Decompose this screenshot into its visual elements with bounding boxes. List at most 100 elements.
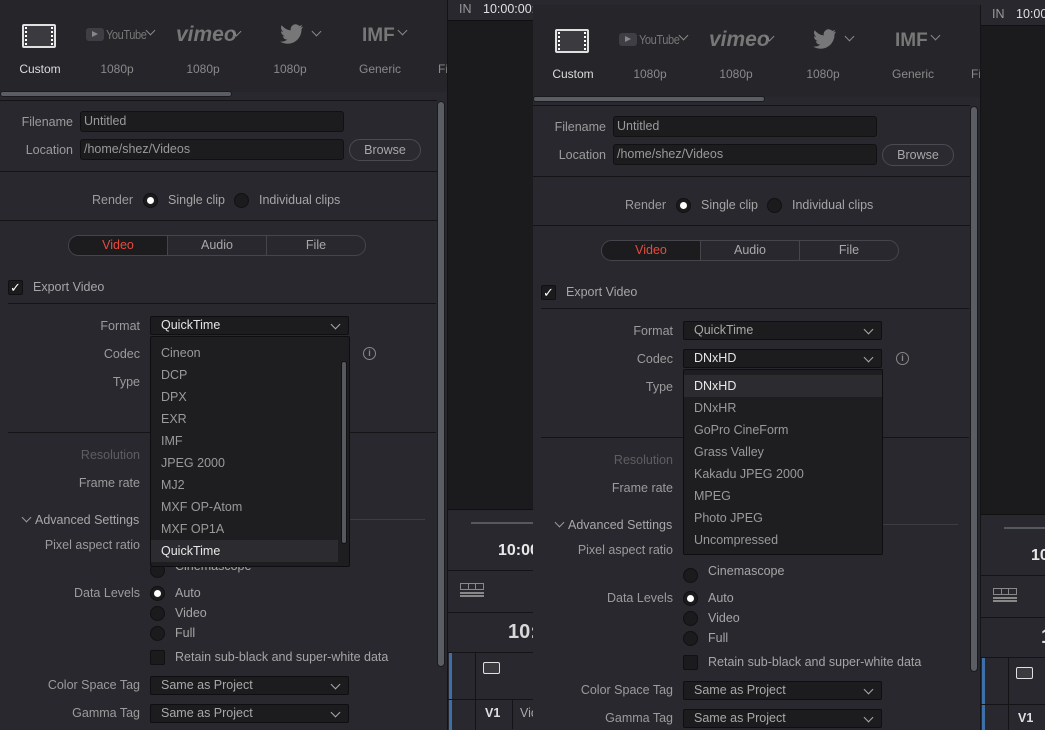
format-option[interactable]: Cineon <box>151 342 338 364</box>
twitter-icon[interactable] <box>812 29 838 51</box>
filename-input[interactable]: Untitled <box>80 111 344 132</box>
cinemascope-label[interactable]: Cinemascope <box>708 563 784 579</box>
youtube-logo[interactable]: YouTube <box>86 27 154 42</box>
retain-data-checkbox[interactable] <box>683 655 698 670</box>
chevron-down-icon[interactable] <box>21 512 32 523</box>
codec-option[interactable]: MPEG <box>684 485 882 507</box>
scrubber-line[interactable] <box>1004 527 1045 529</box>
individual-clips-label[interactable]: Individual clips <box>259 192 340 208</box>
vimeo-logo[interactable]: vimeo <box>709 29 770 51</box>
preset-label[interactable]: 1080p <box>610 66 690 82</box>
filename-input[interactable]: Untitled <box>613 116 877 137</box>
individual-clips-radio[interactable] <box>767 198 782 213</box>
chevron-down-icon[interactable] <box>554 517 565 528</box>
preset-label[interactable]: 1080p <box>163 61 243 77</box>
browse-button[interactable]: Browse <box>349 139 421 161</box>
color-space-select[interactable]: Same as Project <box>683 681 882 700</box>
location-input[interactable]: /home/shez/Videos <box>80 139 344 160</box>
format-option[interactable]: IMF <box>151 430 338 452</box>
tab-audio[interactable]: Audio <box>700 241 799 260</box>
auto-label[interactable]: Auto <box>708 590 734 606</box>
codec-option[interactable]: Grass Valley <box>684 441 882 463</box>
format-option[interactable]: EXR <box>151 408 338 430</box>
timeline-view-icon[interactable] <box>993 588 1017 603</box>
gamma-select[interactable]: Same as Project <box>150 704 349 723</box>
single-clip-radio[interactable] <box>143 193 158 208</box>
codec-option[interactable]: Photo JPEG <box>684 507 882 529</box>
codec-option[interactable]: Uncompressed <box>684 529 882 551</box>
tab-video[interactable]: Video <box>69 236 167 255</box>
cinemascope-radio[interactable] <box>683 568 698 583</box>
panel-scrollbar[interactable] <box>970 106 978 672</box>
individual-clips-radio[interactable] <box>234 193 249 208</box>
auto-radio[interactable] <box>150 586 165 601</box>
timeline-view-icon[interactable] <box>460 583 484 598</box>
preset-label[interactable]: Custom <box>533 66 613 82</box>
preset-label[interactable]: Custom <box>0 61 80 77</box>
preset-label[interactable]: Generic <box>873 66 953 82</box>
format-option[interactable]: MXF OP1A <box>151 518 338 540</box>
single-clip-label[interactable]: Single clip <box>168 192 225 208</box>
youtube-logo[interactable]: YouTube <box>619 32 687 47</box>
preset-label[interactable]: Generic <box>340 61 420 77</box>
video-label[interactable]: Video <box>175 605 207 621</box>
format-option[interactable]: DPX <box>151 386 338 408</box>
preset-custom[interactable] <box>555 29 589 53</box>
codec-option[interactable]: DNxHR <box>684 397 882 419</box>
browse-button[interactable]: Browse <box>882 144 954 166</box>
preset-scrollbar[interactable] <box>533 96 765 102</box>
format-select[interactable]: QuickTime <box>683 321 882 340</box>
scrubber-line[interactable] <box>471 522 533 524</box>
format-option[interactable]: MXF OP-Atom <box>151 496 338 518</box>
auto-radio[interactable] <box>683 591 698 606</box>
dropdown-scrollbar[interactable] <box>341 361 347 544</box>
format-option[interactable]: DCP <box>151 364 338 386</box>
retain-data-checkbox[interactable] <box>150 650 165 665</box>
single-clip-radio[interactable] <box>676 198 691 213</box>
imf-logo[interactable]: IMF <box>362 25 395 47</box>
info-icon[interactable]: i <box>896 352 909 365</box>
codec-select[interactable]: DNxHD <box>683 349 882 368</box>
gamma-select[interactable]: Same as Project <box>683 709 882 728</box>
export-video-checkbox[interactable]: ✓ <box>8 280 23 295</box>
format-select[interactable]: QuickTime <box>150 316 349 335</box>
preset-scrollbar[interactable] <box>0 91 232 97</box>
export-video-checkbox[interactable]: ✓ <box>541 285 556 300</box>
video-radio[interactable] <box>150 606 165 621</box>
auto-label[interactable]: Auto <box>175 585 201 601</box>
single-clip-label[interactable]: Single clip <box>701 197 758 213</box>
codec-option[interactable]: GoPro CineForm <box>684 419 882 441</box>
frame-rate-label: Frame rate <box>611 481 673 495</box>
preset-label[interactable]: 1080p <box>77 61 157 77</box>
preset-label[interactable]: 1080p <box>783 66 863 82</box>
color-space-select[interactable]: Same as Project <box>150 676 349 695</box>
format-option[interactable]: QuickTime <box>151 540 338 562</box>
twitter-icon[interactable] <box>279 24 305 46</box>
video-label[interactable]: Video <box>708 610 740 626</box>
vimeo-logo[interactable]: vimeo <box>176 24 237 46</box>
advanced-settings-toggle[interactable]: Advanced Settings <box>568 517 672 533</box>
format-option[interactable]: JPEG 2000 <box>151 452 338 474</box>
codec-option[interactable]: DNxHD <box>684 375 882 397</box>
preset-label[interactable]: 1080p <box>250 61 330 77</box>
video-radio[interactable] <box>683 611 698 626</box>
tab-audio[interactable]: Audio <box>167 236 266 255</box>
panel-scrollbar[interactable] <box>437 101 445 667</box>
advanced-settings-toggle[interactable]: Advanced Settings <box>35 512 139 528</box>
tab-video[interactable]: Video <box>602 241 700 260</box>
full-radio[interactable] <box>683 631 698 646</box>
full-label[interactable]: Full <box>708 630 728 646</box>
info-icon[interactable]: i <box>363 347 376 360</box>
individual-clips-label[interactable]: Individual clips <box>792 197 873 213</box>
track-name[interactable]: Vic <box>520 705 533 721</box>
codec-option[interactable]: Kakadu JPEG 2000 <box>684 463 882 485</box>
preset-custom[interactable] <box>22 24 56 48</box>
tab-file[interactable]: File <box>799 241 898 260</box>
preset-label[interactable]: 1080p <box>696 66 776 82</box>
tab-file[interactable]: File <box>266 236 365 255</box>
location-input[interactable]: /home/shez/Videos <box>613 144 877 165</box>
imf-logo[interactable]: IMF <box>895 30 928 52</box>
full-radio[interactable] <box>150 626 165 641</box>
full-label[interactable]: Full <box>175 625 195 641</box>
format-option[interactable]: MJ2 <box>151 474 338 496</box>
